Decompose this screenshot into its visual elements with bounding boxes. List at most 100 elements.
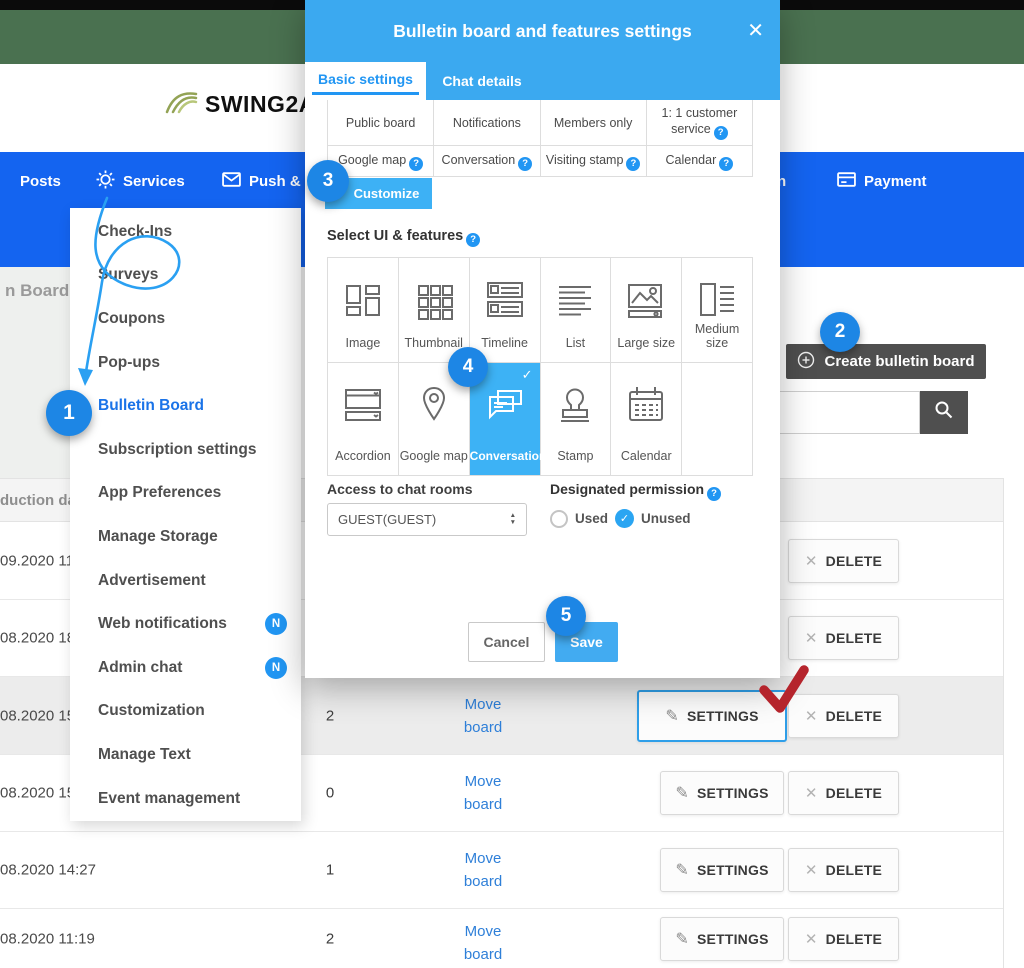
board-type-customer-service[interactable]: 1: 1 customer service? <box>647 100 753 146</box>
step-badge-1: 1 <box>46 390 92 436</box>
envelope-icon <box>222 172 241 191</box>
date-cell: 08.2020 15 <box>0 785 75 802</box>
delete-button[interactable]: ✕ DELETE <box>788 917 899 961</box>
nav-item-posts[interactable]: Posts <box>20 152 61 210</box>
help-icon[interactable]: ? <box>518 157 532 171</box>
menu-item-app-preferences[interactable]: App Preferences <box>70 472 301 516</box>
board-type-public[interactable]: Public board <box>328 100 434 146</box>
thumbnail-grid-icon <box>412 278 456 322</box>
menu-item-web-notifications[interactable]: Web notifications N <box>70 602 301 646</box>
ui-feature-image[interactable]: Image <box>328 258 399 363</box>
step-badge-5: 5 <box>546 596 586 636</box>
ui-feature-medium-size[interactable]: Medium size <box>682 258 753 363</box>
count-cell: 0 <box>290 785 370 802</box>
red-check-annotation <box>756 662 812 721</box>
tab-chat-details[interactable]: Chat details <box>426 62 538 100</box>
settings-button[interactable]: ✎ SETTINGS <box>660 848 784 892</box>
menu-item-manage-text[interactable]: Manage Text <box>70 733 301 777</box>
nav-label: Posts <box>20 173 61 190</box>
help-icon[interactable]: ? <box>466 233 480 247</box>
timeline-icon <box>483 278 527 322</box>
close-icon[interactable]: ✕ <box>747 18 764 43</box>
menu-item-subscription-settings[interactable]: Subscription settings <box>70 428 301 472</box>
date-cell: 08.2020 11:19 <box>0 930 95 947</box>
menu-item-admin-chat[interactable]: Admin chat N <box>70 646 301 690</box>
x-icon: ✕ <box>805 861 818 879</box>
delete-button[interactable]: ✕ DELETE <box>788 848 899 892</box>
step-badge-4: 4 <box>448 347 488 387</box>
delete-button[interactable]: ✕ DELETE <box>788 771 899 815</box>
ui-features-grid: Image Thumbnail <box>327 257 753 476</box>
move-board-link[interactable]: Move board <box>445 920 521 966</box>
medium-layout-icon <box>695 278 739 322</box>
pencil-icon: ✎ <box>675 783 689 803</box>
screen: SWING2A Posts Services <box>0 0 1024 968</box>
new-badge: N <box>265 613 287 635</box>
board-type-calendar[interactable]: Calendar? <box>647 146 753 177</box>
help-icon[interactable]: ? <box>626 157 640 171</box>
nav-label: Services <box>123 173 185 190</box>
move-board-link[interactable]: Move board <box>445 770 521 816</box>
select-ui-label: Select UI & features? <box>327 228 480 247</box>
date-cell: 09.2020 11 <box>0 552 74 569</box>
board-type-conversation[interactable]: Conversation? <box>434 146 540 177</box>
select-value: GUEST(GUEST) <box>338 512 436 527</box>
image-layout-icon <box>341 278 385 322</box>
help-icon[interactable]: ? <box>707 487 721 501</box>
board-type-notifications[interactable]: Notifications <box>434 100 540 146</box>
nav-item-payment[interactable]: Payment <box>837 152 927 210</box>
step-badge-2: 2 <box>820 312 860 352</box>
settings-button[interactable]: ✎ SETTINGS <box>660 771 784 815</box>
help-icon[interactable]: ? <box>409 157 423 171</box>
date-cell: 08.2020 14:27 <box>0 862 96 879</box>
calendar-icon <box>624 383 668 427</box>
board-type-members-only[interactable]: Members only <box>541 100 647 146</box>
step-arrow <box>60 190 230 410</box>
cancel-button[interactable]: Cancel <box>468 622 545 662</box>
nav-label: Payment <box>864 173 927 190</box>
brand-text: SWING2A <box>205 91 316 118</box>
count-cell: 2 <box>290 930 370 947</box>
help-icon[interactable]: ? <box>719 157 733 171</box>
x-icon: ✕ <box>805 930 818 948</box>
menu-item-advertisement[interactable]: Advertisement <box>70 559 301 603</box>
create-bulletin-board-button[interactable]: Create bulletin board <box>786 344 986 379</box>
chat-bubbles-icon <box>483 383 527 427</box>
menu-item-customization[interactable]: Customization <box>70 690 301 734</box>
tab-basic-settings[interactable]: Basic settings <box>305 62 426 100</box>
board-type-visiting-stamp[interactable]: Visiting stamp? <box>541 146 647 177</box>
move-board-link[interactable]: Move board <box>445 847 521 893</box>
accordion-icon <box>341 383 385 427</box>
ui-feature-list[interactable]: List <box>541 258 612 363</box>
access-chat-rooms-select[interactable]: GUEST(GUEST) ▲▼ <box>327 503 527 536</box>
count-cell: 1 <box>290 862 370 879</box>
brand-logo[interactable]: SWING2A <box>163 88 316 121</box>
settings-button[interactable]: ✎ SETTINGS <box>660 917 784 961</box>
logo-quill-icon <box>163 88 199 121</box>
list-icon <box>553 278 597 322</box>
menu-item-manage-storage[interactable]: Manage Storage <box>70 515 301 559</box>
delete-button[interactable]: ✕ DELETE <box>788 539 899 583</box>
ui-feature-stamp[interactable]: Stamp <box>541 363 612 476</box>
ui-feature-thumbnail[interactable]: Thumbnail <box>399 258 470 363</box>
ui-feature-large-size[interactable]: Large size <box>611 258 682 363</box>
modal-title: Bulletin board and features settings <box>393 21 692 42</box>
ui-feature-timeline[interactable]: Timeline <box>470 258 541 363</box>
designated-permission-label: Designated permission? <box>550 481 721 501</box>
pencil-icon: ✎ <box>675 860 689 880</box>
ui-feature-accordion[interactable]: Accordion <box>328 363 399 476</box>
x-icon: ✕ <box>805 784 818 802</box>
help-icon[interactable]: ? <box>714 126 728 140</box>
card-icon <box>837 172 856 191</box>
menu-item-event-management[interactable]: Event management <box>70 777 301 821</box>
ui-feature-calendar[interactable]: Calendar <box>611 363 682 476</box>
move-board-link[interactable]: Move board <box>445 693 521 739</box>
board-search-button[interactable] <box>920 391 968 434</box>
pencil-icon: ✎ <box>675 929 689 949</box>
nav-item-push-message[interactable]: Push & M <box>222 152 317 210</box>
radio-used-unselected[interactable] <box>550 510 568 528</box>
bulletin-settings-modal: Bulletin board and features settings ✕ B… <box>305 0 780 678</box>
modal-header: Bulletin board and features settings ✕ <box>305 0 780 62</box>
radio-unused-selected[interactable]: ✓ <box>615 509 634 528</box>
delete-button[interactable]: ✕ DELETE <box>788 616 899 660</box>
